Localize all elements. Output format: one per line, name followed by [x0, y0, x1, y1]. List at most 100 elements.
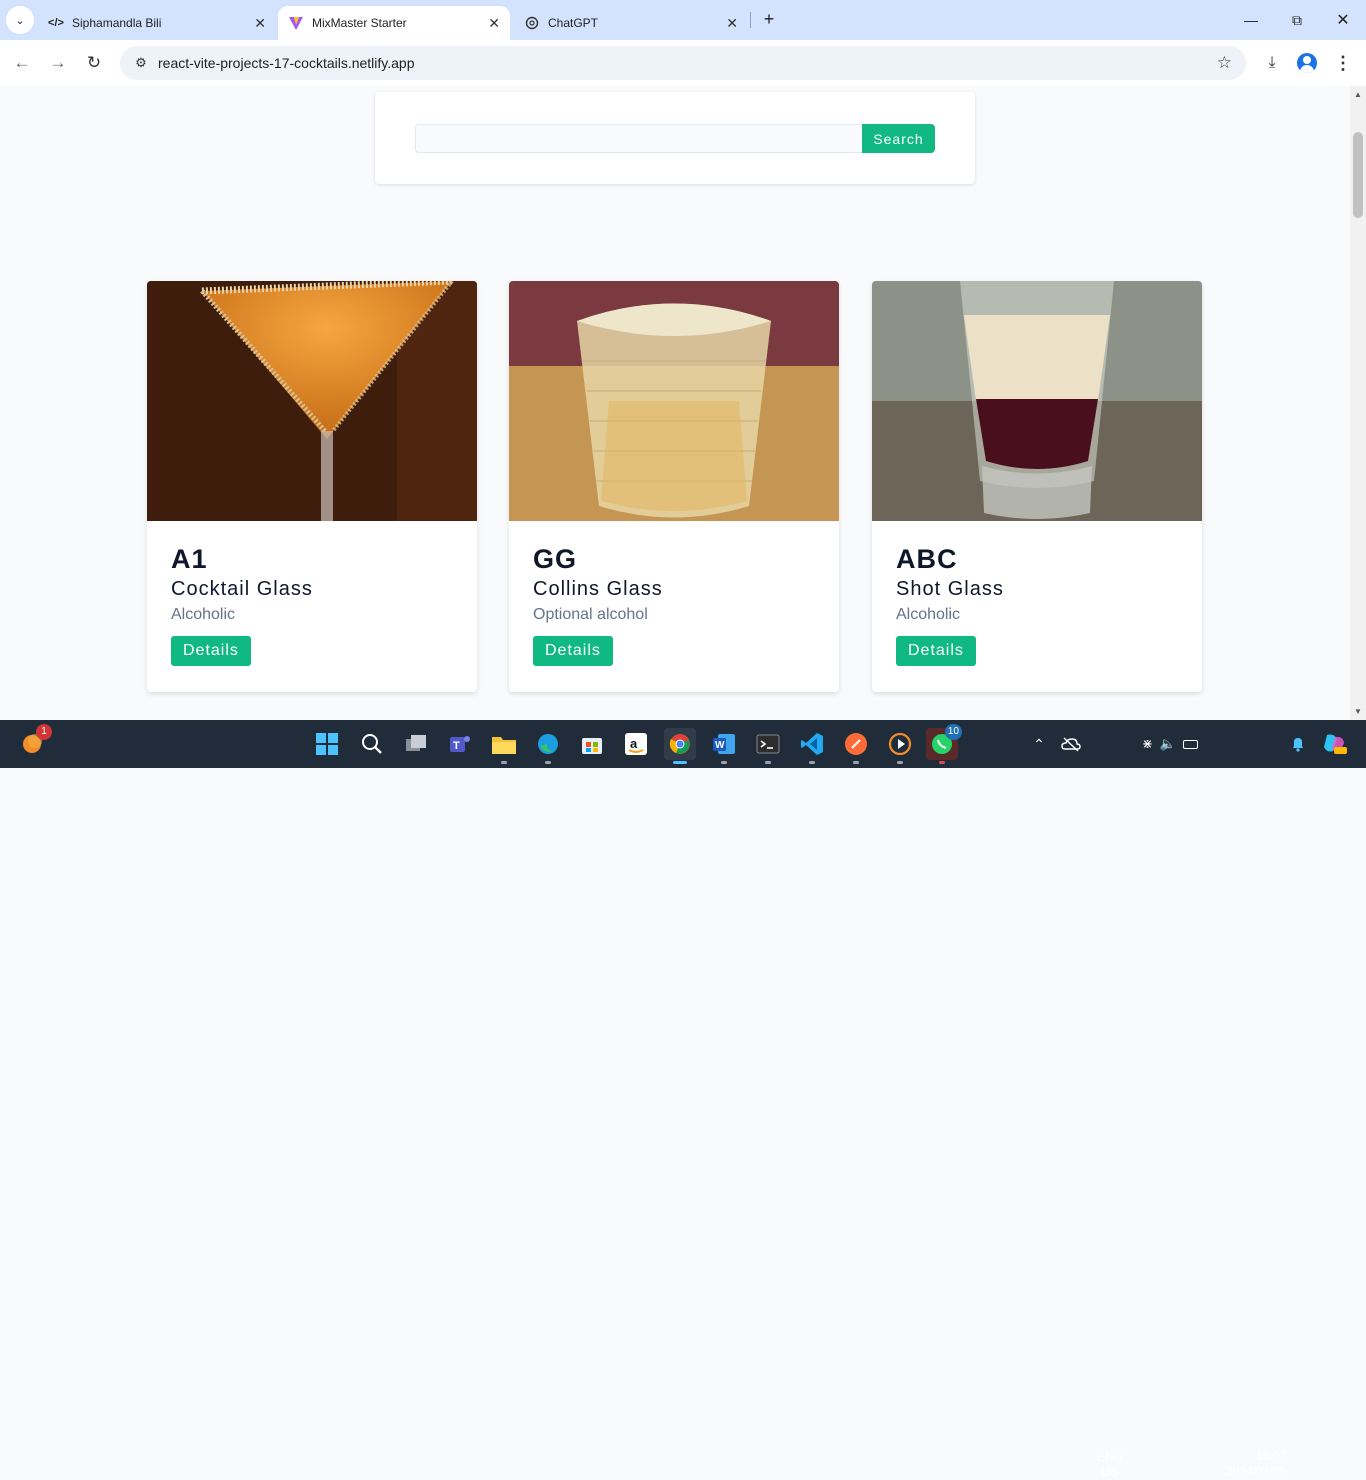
profile-button[interactable]: [1294, 50, 1320, 76]
amazon-icon: a: [625, 733, 647, 755]
more-vert-icon: ⋮: [1334, 52, 1352, 73]
task-view-icon: [406, 735, 426, 751]
microsoft-store-app[interactable]: [576, 728, 608, 760]
cocktail-image: [872, 281, 1202, 521]
search-button[interactable]: Search: [862, 124, 935, 153]
svg-text:T: T: [453, 740, 460, 752]
close-window-button[interactable]: ✕: [1320, 0, 1366, 40]
search-form: Search: [375, 92, 975, 184]
forward-button[interactable]: →: [45, 50, 71, 76]
teams-app[interactable]: T: [444, 728, 476, 760]
cocktail-image: [509, 281, 839, 521]
word-icon: W: [713, 734, 735, 754]
terminal-app[interactable]: [752, 728, 784, 764]
amazon-app[interactable]: a: [620, 728, 652, 760]
wifi-icon: ⋇: [1141, 736, 1153, 751]
reload-icon: ↻: [86, 53, 102, 72]
details-button[interactable]: Details: [533, 636, 613, 666]
cocktail-card: ABC Shot Glass Alcoholic Details: [872, 281, 1202, 692]
cocktail-info: Alcoholic: [896, 606, 961, 623]
vscode-icon: [801, 733, 823, 755]
postman-app[interactable]: [840, 728, 872, 764]
notification-badge: 1: [36, 724, 52, 740]
onedrive-button[interactable]: [1056, 728, 1086, 760]
tab-separator: [750, 12, 751, 28]
back-button[interactable]: ←: [9, 50, 35, 76]
media-player-app[interactable]: [884, 728, 916, 764]
cocktail-glass: Collins Glass: [533, 578, 663, 600]
terminal-icon: [756, 734, 780, 754]
arrow-left-icon: ←: [13, 53, 31, 72]
whatsapp-app[interactable]: 10: [926, 724, 962, 764]
tab-chatgpt[interactable]: ChatGPT ✕: [514, 6, 748, 40]
close-tab-icon[interactable]: ✕: [488, 15, 500, 32]
vscode-app[interactable]: [796, 728, 828, 764]
notifications-button[interactable]: [1286, 728, 1310, 760]
task-view-button[interactable]: [400, 728, 432, 760]
tab-siphamandla-bili[interactable]: </> Siphamandla Bili ✕: [38, 6, 276, 40]
profile-avatar-icon: [1297, 53, 1317, 73]
quick-settings-button[interactable]: ⋇ 🔈: [1134, 728, 1206, 760]
tab-title: ChatGPT: [548, 16, 599, 30]
cocktail-name: ABC: [896, 544, 958, 574]
cocktail-name: A1: [171, 544, 208, 574]
chevron-up-icon: ⌃: [1033, 735, 1045, 752]
menu-button[interactable]: ⋮: [1330, 50, 1356, 76]
url-text: react-vite-projects-17-cocktails.netlify…: [158, 55, 415, 71]
volume-icon: 🔈: [1159, 736, 1177, 751]
close-tab-icon[interactable]: ✕: [254, 15, 266, 32]
new-tab-button[interactable]: +: [758, 8, 780, 30]
svg-text:W: W: [715, 740, 725, 751]
language-indicator[interactable]: ENG US: [1092, 1450, 1128, 1480]
word-app[interactable]: W: [708, 728, 740, 764]
plus-icon: +: [763, 9, 775, 29]
reload-button[interactable]: ↻: [81, 50, 107, 76]
tab-title: MixMaster Starter: [312, 16, 407, 30]
address-bar[interactable]: ⚙ react-vite-projects-17-cocktails.netli…: [120, 46, 1246, 80]
restore-icon: ⧉: [1292, 11, 1302, 28]
copilot-button[interactable]: [1318, 728, 1350, 760]
cocktail-info: Alcoholic: [171, 606, 236, 623]
bookmark-star-icon[interactable]: ☆: [1217, 53, 1232, 73]
details-button[interactable]: Details: [896, 636, 976, 666]
chrome-icon: [669, 734, 690, 754]
site-settings-icon[interactable]: ⚙: [126, 55, 156, 71]
edge-app[interactable]: [532, 728, 564, 764]
close-tab-icon[interactable]: ✕: [726, 15, 738, 32]
bell-icon: [1293, 738, 1303, 752]
weather-widget[interactable]: 1: [16, 724, 52, 760]
arrow-right-icon: →: [49, 53, 67, 72]
close-icon: ✕: [1336, 12, 1350, 29]
taskbar-search-button[interactable]: [356, 728, 388, 760]
start-button[interactable]: [311, 728, 343, 760]
windows-icon: [316, 733, 338, 755]
details-button[interactable]: Details: [171, 636, 251, 666]
postman-icon: [845, 733, 867, 755]
store-icon: [582, 738, 602, 754]
file-explorer-app[interactable]: [488, 728, 520, 764]
clock[interactable]: 13:07 2024/07/05: [1216, 1449, 1286, 1479]
scrollbar-thumb[interactable]: [1353, 132, 1363, 218]
scroll-up-icon[interactable]: ▲: [1354, 90, 1362, 99]
browser-tab-strip: ⌄ </> Siphamandla Bili ✕ MixMaster Start…: [0, 0, 1366, 40]
downloads-button[interactable]: ⤓: [1259, 50, 1285, 76]
cocktail-glass: Cocktail Glass: [171, 578, 313, 600]
search-icon: [362, 734, 382, 754]
scroll-down-icon[interactable]: ▼: [1354, 707, 1362, 716]
restore-button[interactable]: ⧉: [1274, 0, 1320, 40]
clock-time: 13:07: [1255, 1449, 1286, 1463]
show-hidden-icons-button[interactable]: ⌃: [1024, 728, 1054, 760]
tab-search-button[interactable]: ⌄: [6, 6, 34, 34]
cocktail-card: GG Collins Glass Optional alcohol Detail…: [509, 281, 839, 692]
minimize-button[interactable]: —: [1228, 0, 1274, 40]
folder-icon: [492, 737, 516, 754]
cocktail-card: A1 Cocktail Glass Alcoholic Details: [147, 281, 477, 692]
page-viewport: Search A1 Cocktail Glass Alcoholic Detai…: [0, 86, 1350, 720]
tab-title: Siphamandla Bili: [72, 16, 162, 30]
cocktail-image: [147, 281, 477, 521]
cloud-off-icon: [1061, 737, 1081, 752]
search-input[interactable]: [415, 124, 863, 153]
page-scrollbar[interactable]: ▲ ▼: [1350, 86, 1366, 720]
tab-mixmaster-starter[interactable]: MixMaster Starter ✕: [278, 6, 510, 40]
chrome-app[interactable]: [664, 728, 696, 764]
